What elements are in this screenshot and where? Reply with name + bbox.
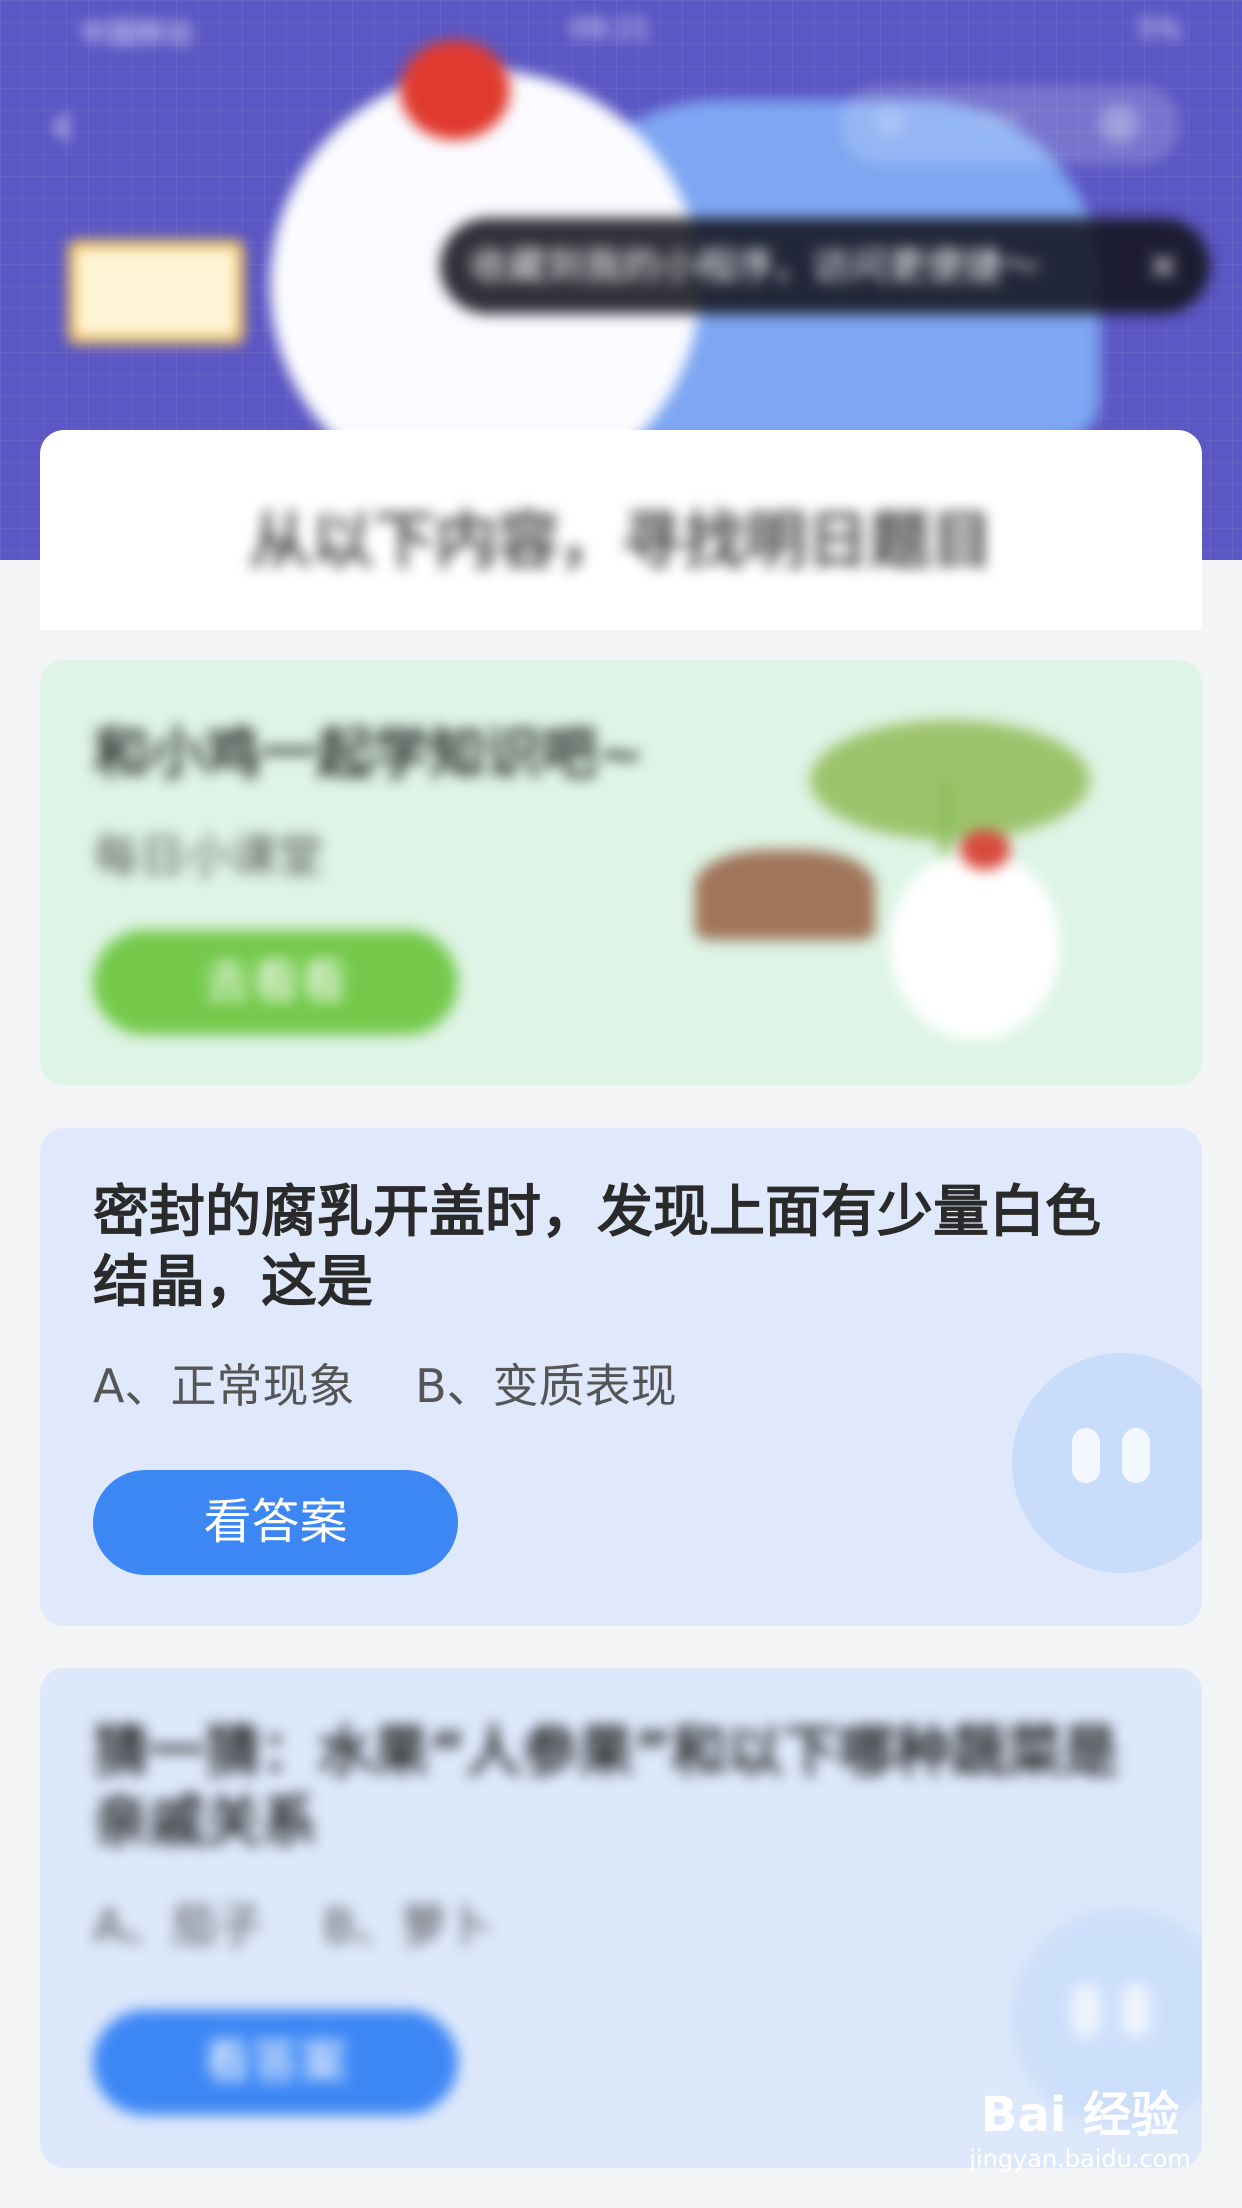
watermark-brand: Bai 经验 xyxy=(980,2087,1180,2143)
view-answer-button[interactable]: 看答案 xyxy=(93,1470,458,1575)
baidu-watermark: Bai 经验 jingyan.baidu.com xyxy=(950,2075,1210,2195)
chick-comb-small-illustration xyxy=(960,830,1010,870)
tooltip-text: 收藏到我的小程序，访问更便捷～ xyxy=(470,244,1041,288)
page-title: 从以下内容，寻找明日题目 xyxy=(248,504,993,577)
lesson-card[interactable]: 和小鸡一起学知识吧~ 每日小课堂 去看看 xyxy=(40,660,1202,1085)
title-card: 从以下内容，寻找明日题目 xyxy=(40,430,1202,630)
question-card[interactable]: 密封的腐乳开盖时，发现上面有少量白色结晶，这是 A、正常现象 B、变质表现 看答… xyxy=(40,1128,1202,1626)
next-question-title: 猜一猜：水果“人参果”和以下哪种蔬菜是亲戚关系 xyxy=(93,1720,1119,1855)
chick-comb-illustration xyxy=(400,40,510,140)
next-question-options: A、茄子 B、萝卜 xyxy=(93,1899,493,1953)
go-see-button[interactable]: 去看看 xyxy=(93,930,458,1035)
lesson-subtitle: 每日小课堂 xyxy=(93,829,323,883)
chevron-left-icon: ‹ xyxy=(50,88,76,162)
battery-level: 5% xyxy=(1137,12,1182,45)
sign-board-illustration xyxy=(68,240,244,344)
favorite-tooltip[interactable]: 收藏到我的小程序，访问更便捷～ × xyxy=(440,218,1210,314)
lotus-leaf-illustration xyxy=(810,720,1090,840)
chick-illustration xyxy=(890,850,1060,1040)
pavilion-illustration xyxy=(695,850,875,940)
status-bar: 中国移动 09:21 5% xyxy=(0,0,1242,60)
back-button[interactable]: ‹ xyxy=(50,90,110,160)
question-title: 密封的腐乳开盖时，发现上面有少量白色结晶，这是 xyxy=(93,1180,1101,1315)
more-icon[interactable]: ··· xyxy=(980,95,1022,146)
star-icon[interactable]: ☆ xyxy=(870,95,909,146)
close-icon[interactable]: × xyxy=(1146,218,1180,314)
miniapp-capsule[interactable]: ☆ ··· ◎ xyxy=(840,85,1180,165)
view-answer-button-next[interactable]: 看答案 xyxy=(93,2010,458,2115)
chat-bubble-icon xyxy=(1012,1353,1202,1573)
carrier-label: 中国移动 xyxy=(80,17,193,50)
watermark-url: jingyan.baidu.com xyxy=(969,2145,1191,2173)
target-icon[interactable]: ◎ xyxy=(1100,95,1138,146)
status-time: 09:21 xyxy=(570,12,651,45)
question-options: A、正常现象 B、变质表现 xyxy=(93,1359,677,1413)
